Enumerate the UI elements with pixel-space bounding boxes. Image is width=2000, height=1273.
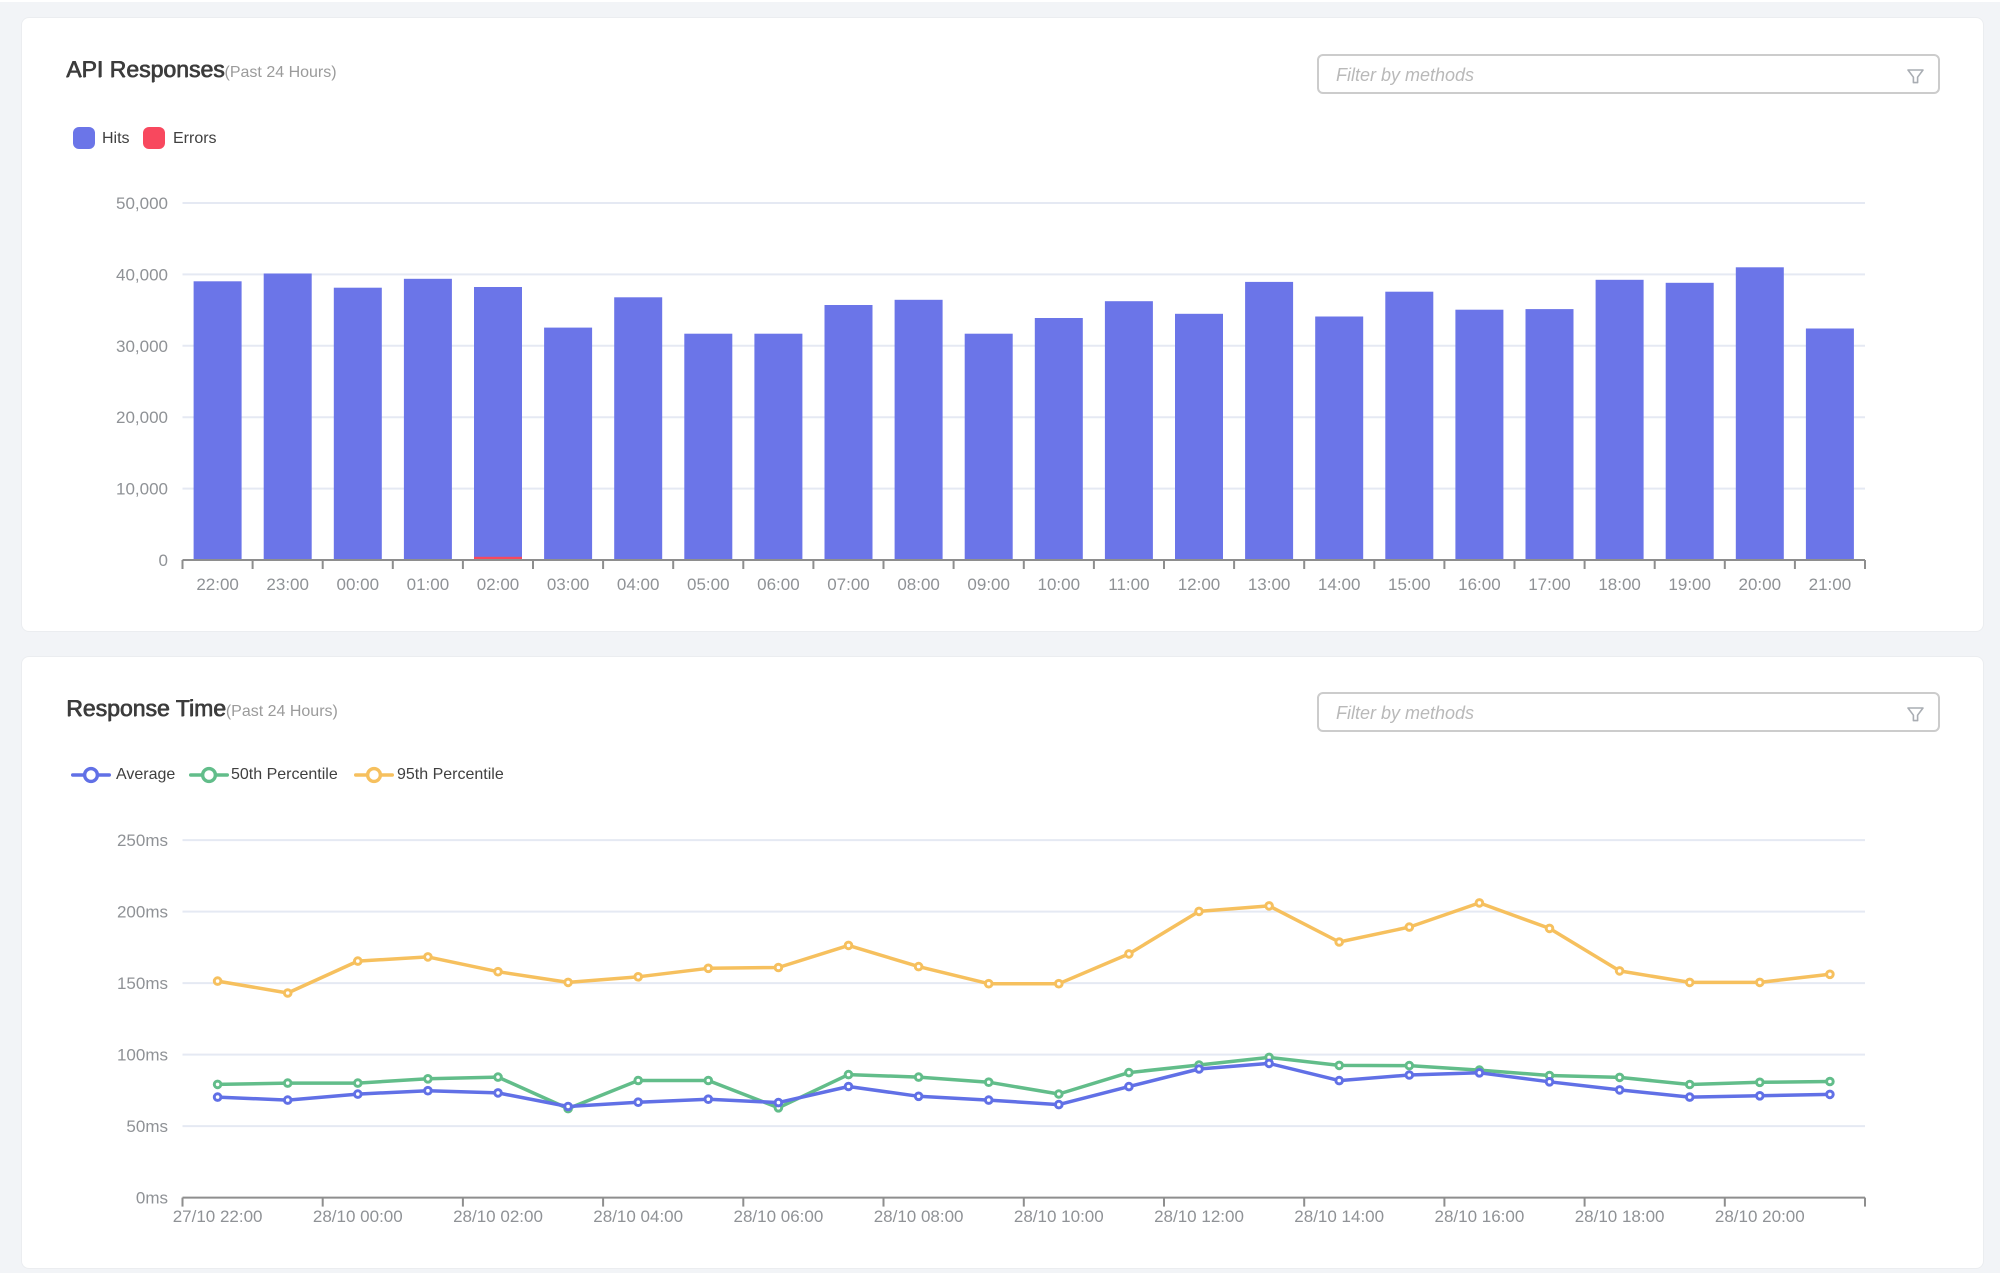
svg-text:28/10 16:00: 28/10 16:00 (1434, 1207, 1524, 1226)
svg-text:28/10 04:00: 28/10 04:00 (593, 1207, 683, 1226)
svg-text:50,000: 50,000 (116, 194, 168, 213)
svg-text:22:00: 22:00 (196, 575, 239, 594)
svg-text:150ms: 150ms (117, 974, 168, 993)
svg-text:00:00: 00:00 (337, 575, 380, 594)
svg-text:17:00: 17:00 (1528, 575, 1571, 594)
svg-text:18:00: 18:00 (1598, 575, 1641, 594)
svg-text:10:00: 10:00 (1038, 575, 1081, 594)
svg-text:14:00: 14:00 (1318, 575, 1361, 594)
svg-text:250ms: 250ms (117, 831, 168, 850)
svg-text:28/10 12:00: 28/10 12:00 (1154, 1207, 1244, 1226)
svg-text:16:00: 16:00 (1458, 575, 1501, 594)
svg-text:28/10 00:00: 28/10 00:00 (313, 1207, 403, 1226)
svg-text:40,000: 40,000 (116, 265, 168, 284)
svg-text:21:00: 21:00 (1809, 575, 1852, 594)
svg-text:04:00: 04:00 (617, 575, 660, 594)
svg-text:06:00: 06:00 (757, 575, 800, 594)
svg-text:20:00: 20:00 (1739, 575, 1782, 594)
svg-text:23:00: 23:00 (266, 575, 309, 594)
svg-text:13:00: 13:00 (1248, 575, 1291, 594)
svg-text:0: 0 (159, 551, 168, 570)
svg-text:28/10 20:00: 28/10 20:00 (1715, 1207, 1805, 1226)
svg-text:30,000: 30,000 (116, 337, 168, 356)
svg-text:19:00: 19:00 (1668, 575, 1711, 594)
svg-text:28/10 08:00: 28/10 08:00 (874, 1207, 964, 1226)
svg-text:28/10 18:00: 28/10 18:00 (1575, 1207, 1665, 1226)
svg-text:12:00: 12:00 (1178, 575, 1221, 594)
svg-text:05:00: 05:00 (687, 575, 730, 594)
svg-text:02:00: 02:00 (477, 575, 520, 594)
svg-text:01:00: 01:00 (407, 575, 450, 594)
svg-text:20,000: 20,000 (116, 408, 168, 427)
svg-text:0ms: 0ms (136, 1189, 168, 1208)
svg-text:09:00: 09:00 (967, 575, 1010, 594)
svg-text:08:00: 08:00 (897, 575, 940, 594)
svg-text:10,000: 10,000 (116, 480, 168, 499)
svg-text:28/10 14:00: 28/10 14:00 (1294, 1207, 1384, 1226)
svg-text:15:00: 15:00 (1388, 575, 1431, 594)
svg-text:100ms: 100ms (117, 1046, 168, 1065)
svg-text:200ms: 200ms (117, 903, 168, 922)
svg-text:50ms: 50ms (126, 1117, 168, 1136)
svg-text:11:00: 11:00 (1108, 575, 1149, 594)
svg-text:28/10 02:00: 28/10 02:00 (453, 1207, 543, 1226)
svg-text:07:00: 07:00 (827, 575, 870, 594)
svg-text:27/10 22:00: 27/10 22:00 (173, 1207, 263, 1226)
svg-text:28/10 10:00: 28/10 10:00 (1014, 1207, 1104, 1226)
svg-text:28/10 06:00: 28/10 06:00 (733, 1207, 823, 1226)
svg-text:03:00: 03:00 (547, 575, 590, 594)
